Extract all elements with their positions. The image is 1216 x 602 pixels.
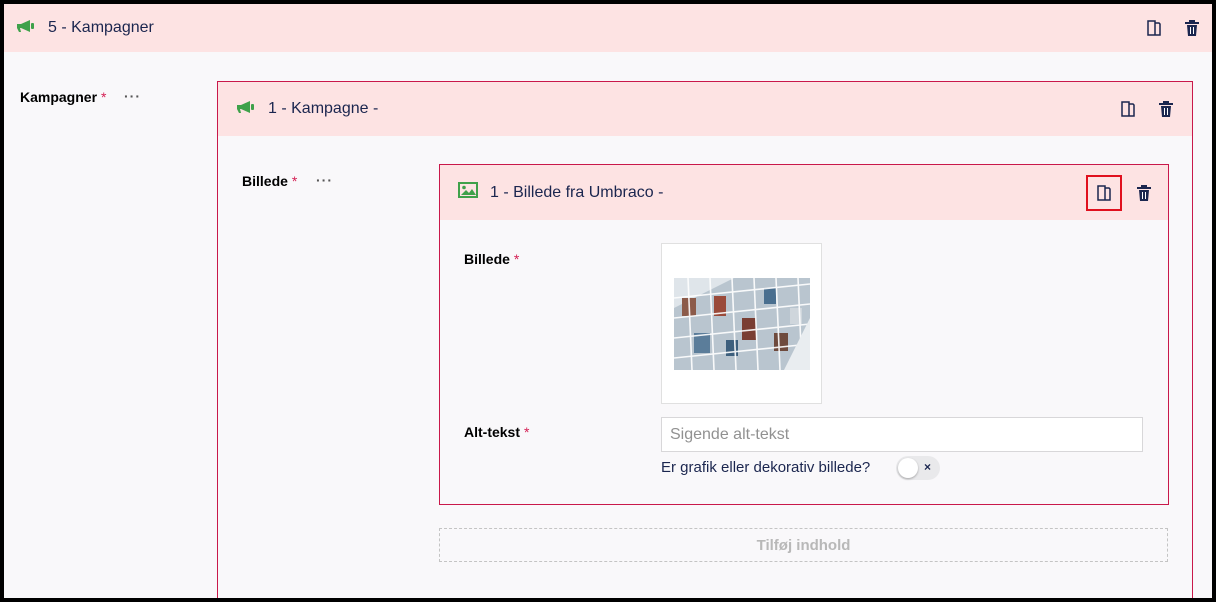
decorative-toggle[interactable]: ×	[896, 456, 940, 480]
copy-icon[interactable]	[1142, 16, 1166, 40]
image-field-label-text: Billede	[464, 251, 510, 267]
picture-icon	[458, 182, 478, 203]
billede-more-button[interactable]: ···	[316, 172, 333, 188]
image-field-label: Billede *	[464, 251, 519, 267]
kampagne-block: 1 - Kampagne - Billede * ··· 1 - Billede …	[217, 81, 1193, 598]
kampagner-block-header[interactable]: 5 - Kampagner	[4, 4, 1212, 52]
billede-block: 1 - Billede fra Umbraco - Billede * Alt-…	[439, 164, 1169, 505]
trash-icon[interactable]	[1132, 181, 1156, 205]
block-title: 1 - Kampagne -	[268, 100, 379, 117]
image-thumbnail[interactable]	[661, 243, 822, 404]
alt-text-label-text: Alt-tekst	[464, 424, 521, 440]
add-content-button[interactable]: Tilføj indhold	[439, 528, 1168, 562]
trash-icon[interactable]	[1154, 97, 1178, 121]
trash-icon[interactable]	[1180, 16, 1204, 40]
billede-block-header[interactable]: 1 - Billede fra Umbraco -	[440, 165, 1168, 220]
megaphone-icon	[236, 100, 256, 119]
billede-label: Billede *	[242, 173, 297, 189]
kampagner-more-button[interactable]: ···	[124, 88, 141, 104]
copy-icon[interactable]	[1116, 97, 1140, 121]
kampagne-block-header[interactable]: 1 - Kampagne -	[218, 82, 1192, 136]
copy-icon[interactable]	[1086, 174, 1122, 211]
editor-frame: 5 - Kampagner Kampagner * ··· 1 - Kampagn…	[4, 4, 1212, 598]
toggle-knob	[898, 458, 918, 478]
alt-text-label: Alt-tekst *	[464, 424, 529, 440]
block-title: 5 - Kampagner	[48, 19, 154, 36]
required-mark: *	[524, 424, 530, 440]
block-title: 1 - Billede fra Umbraco -	[490, 183, 664, 201]
billede-label-text: Billede	[242, 173, 288, 189]
required-mark: *	[513, 251, 520, 267]
required-mark: *	[291, 173, 298, 189]
kampagner-label-text: Kampagner	[20, 89, 98, 105]
required-mark: *	[101, 89, 107, 105]
megaphone-icon	[16, 19, 36, 38]
building-photo	[674, 278, 810, 370]
alt-text-input[interactable]	[661, 417, 1143, 452]
kampagner-label: Kampagner *	[20, 89, 106, 105]
close-icon: ×	[923, 460, 931, 474]
decorative-label: Er grafik eller dekorativ billede?	[661, 459, 871, 476]
